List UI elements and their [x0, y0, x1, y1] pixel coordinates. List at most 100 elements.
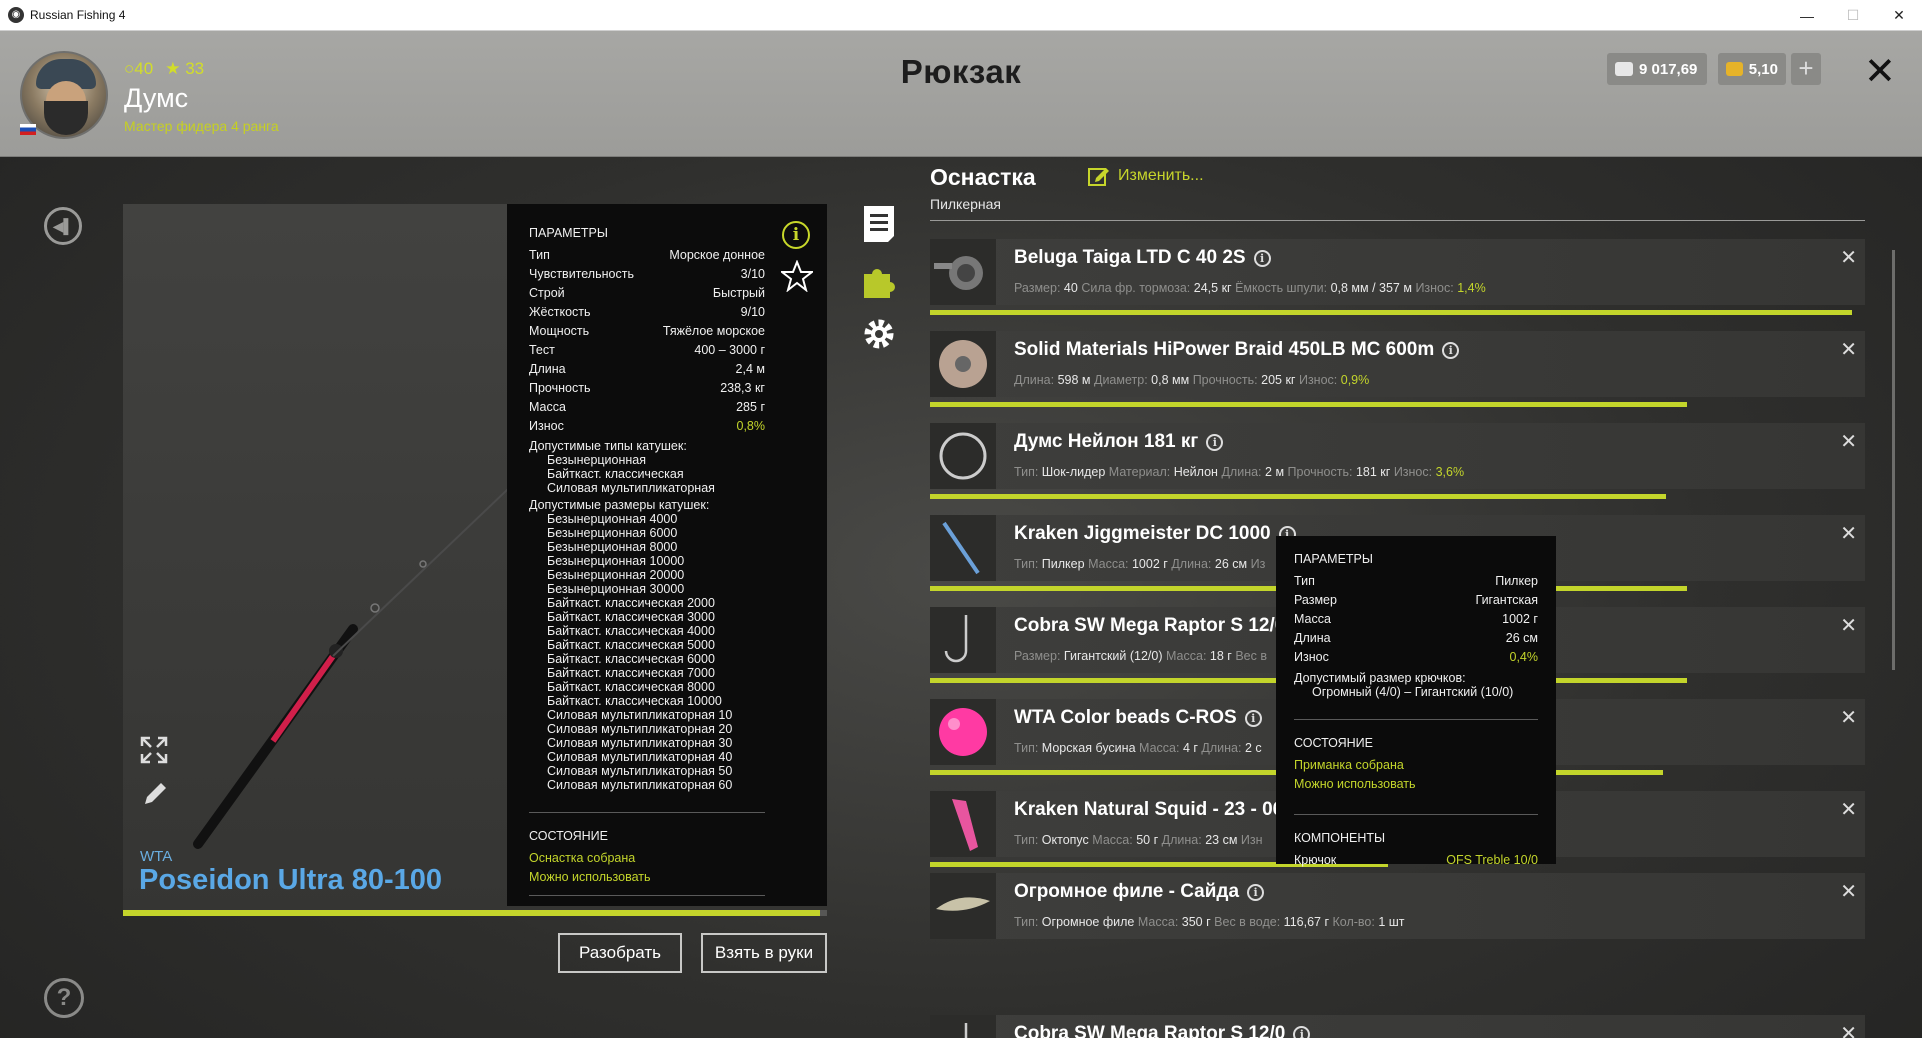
favorite-star-icon[interactable] — [781, 260, 813, 292]
close-backpack-button[interactable]: ✕ — [1864, 53, 1896, 91]
rod-condition-bar — [123, 910, 827, 916]
remove-item-button[interactable]: ✕ — [1840, 613, 1857, 638]
tackle-item-details: Тип: Октопус Масса: 50 г Длина: 23 см Из… — [1014, 833, 1263, 847]
param-row: Износ 0,8% — [529, 417, 765, 436]
window-minimize-button[interactable]: — — [1784, 0, 1830, 31]
remove-item-button[interactable]: ✕ — [1840, 337, 1857, 362]
header: ○40 ★ 33 Думс Мастер фидера 4 ранга Рюкз… — [0, 31, 1922, 157]
window-close-button[interactable]: ✕ — [1876, 0, 1922, 31]
info-icon[interactable]: i — [1293, 1025, 1311, 1038]
param-value: 9/10 — [740, 305, 765, 319]
gear-icon[interactable] — [862, 314, 896, 354]
tackle-item[interactable]: Cobra SW Mega Raptor S 12/0 i ✕ — [930, 1015, 1865, 1038]
edit-icon — [1088, 168, 1109, 186]
add-gold-button[interactable]: + — [1791, 53, 1821, 85]
param-key: Чувствительность — [529, 267, 634, 281]
question-icon: ? — [56, 984, 72, 1011]
reel-size-item: Силовая мультипликаторная 10 — [547, 708, 733, 722]
reel-size-item: Байткаст. классическая 5000 — [547, 638, 715, 652]
help-button[interactable]: ? — [44, 978, 84, 1018]
detail-key: Масса: — [1137, 915, 1179, 929]
params-title: ПАРАМЕТРЫ — [529, 226, 608, 240]
take-in-hands-button[interactable]: Взять в руки — [701, 933, 827, 973]
info-icon[interactable]: i — [1442, 341, 1460, 359]
tackle-item[interactable]: Огромное филе - Сайда i Тип: Огромное филе… — [930, 873, 1865, 939]
detail-key: Тип: — [1014, 915, 1039, 929]
window-maximize-button[interactable]: ☐ — [1830, 0, 1876, 31]
rod-guide — [370, 603, 380, 613]
pencil-icon[interactable] — [141, 780, 169, 808]
detail-value: Шок-лидер — [1041, 465, 1106, 479]
remove-item-button[interactable]: ✕ — [1840, 429, 1857, 454]
param-row: Жёсткость 9/10 — [529, 303, 765, 322]
info-icon[interactable]: i — [1206, 433, 1224, 451]
info-icon[interactable]: i — [782, 221, 810, 249]
param-key: Тип — [529, 248, 550, 262]
tooltip-state-assembled: Приманка собрана — [1294, 758, 1404, 772]
detail-value: 23 см — [1205, 833, 1238, 847]
tackle-item[interactable]: Думс Нейлон 181 кг i Тип: Шок-лидер Матери… — [930, 423, 1865, 489]
remove-item-button[interactable]: ✕ — [1840, 521, 1857, 546]
remove-item-button[interactable]: ✕ — [1840, 797, 1857, 822]
scrollbar[interactable] — [1892, 250, 1895, 670]
expand-icon[interactable] — [140, 736, 168, 764]
tackle-item[interactable]: Beluga Taiga LTD C 40 2S i Размер: 40 Сила… — [930, 239, 1865, 305]
russia-flag-icon — [20, 124, 36, 135]
rod-brand: WTA — [140, 848, 173, 865]
param-value: 400 – 3000 г — [694, 343, 765, 357]
tackle-item-title: Cobra SW Mega Raptor S 12/0 — [1014, 1023, 1286, 1038]
hook-size-title: Допустимый размер крючков: — [1294, 671, 1466, 685]
tackle-item-title: Огромное филе - Сайда — [1014, 881, 1240, 902]
gold-coin-icon — [1726, 62, 1743, 76]
change-tackle-button[interactable]: Изменить... — [1088, 166, 1204, 186]
remove-item-button[interactable]: ✕ — [1840, 1021, 1857, 1038]
document-icon[interactable] — [862, 204, 896, 244]
remove-item-button[interactable]: ✕ — [1840, 705, 1857, 730]
state-assembled: Оснастка собрана — [529, 851, 636, 865]
detail-key: Длина: — [1201, 741, 1242, 755]
wear-key: Изн — [1240, 833, 1263, 847]
detail-key: Тип: — [1014, 833, 1039, 847]
detail-value: 2 м — [1265, 465, 1285, 479]
back-arrow-icon: ◀▌ — [52, 217, 74, 234]
info-icon[interactable]: i — [1247, 883, 1265, 901]
param-row: Тип Морское донное — [529, 246, 765, 265]
tackle-item-condition-bar — [930, 402, 1688, 407]
tackle-item[interactable]: Solid Materials HiPower Braid 450LB MC 6… — [930, 331, 1865, 397]
disassemble-button[interactable]: Разобрать — [558, 933, 682, 973]
reel-size-item: Силовая мультипликаторная 60 — [547, 778, 733, 792]
tooltip-param-row: Тип Пилкер — [1294, 572, 1538, 591]
tooltip-param-value: 26 см — [1505, 631, 1538, 645]
rod-reel-seat — [329, 644, 343, 658]
reel-type-item: Безынерционная — [547, 453, 647, 467]
tackle-item-title: WTA Color beads C-ROS — [1014, 707, 1237, 728]
param-key: Длина — [529, 362, 566, 376]
tackle-item-name: Думс Нейлон 181 кг i — [1014, 431, 1224, 453]
tooltip-param-key: Размер — [1294, 593, 1337, 607]
silver-coin-icon — [1615, 62, 1633, 76]
tackle-item-name: Solid Materials HiPower Braid 450LB MC 6… — [1014, 339, 1460, 361]
rod-image — [193, 488, 509, 849]
reel-size-item: Силовая мультипликаторная 20 — [547, 722, 733, 736]
remove-item-button[interactable]: ✕ — [1840, 245, 1857, 270]
tooltip-param-value: 1002 г — [1502, 612, 1538, 626]
detail-value: 26 см — [1214, 557, 1248, 571]
detail-key: Тип: — [1014, 741, 1039, 755]
info-icon[interactable]: i — [1244, 709, 1262, 727]
reel-types-title: Допустимые типы катушек: — [529, 439, 687, 453]
remove-item-button[interactable]: ✕ — [1840, 879, 1857, 904]
detail-key: Длина: — [1221, 465, 1262, 479]
reel-size-item: Безынерционная 6000 — [547, 526, 678, 540]
detail-value: 116,67 г — [1283, 915, 1330, 929]
back-button[interactable]: ◀▌ — [44, 207, 82, 245]
tackle-item-condition-bar — [930, 494, 1666, 499]
param-value: 0,8% — [736, 419, 766, 433]
detail-value: Гигантский (12/0) — [1063, 649, 1163, 663]
info-icon[interactable]: i — [1253, 249, 1271, 267]
reel-image — [930, 239, 996, 305]
hook-size-range: Огромный (4/0) – Гигантский (10/0) — [1312, 685, 1514, 699]
tackle-item-details: Размер: 40 Сила фр. тормоза: 24,5 кг Ёмк… — [1014, 281, 1486, 295]
detail-value: Октопус — [1041, 833, 1089, 847]
puzzle-icon[interactable] — [862, 260, 896, 300]
param-value: Морское донное — [669, 248, 765, 262]
